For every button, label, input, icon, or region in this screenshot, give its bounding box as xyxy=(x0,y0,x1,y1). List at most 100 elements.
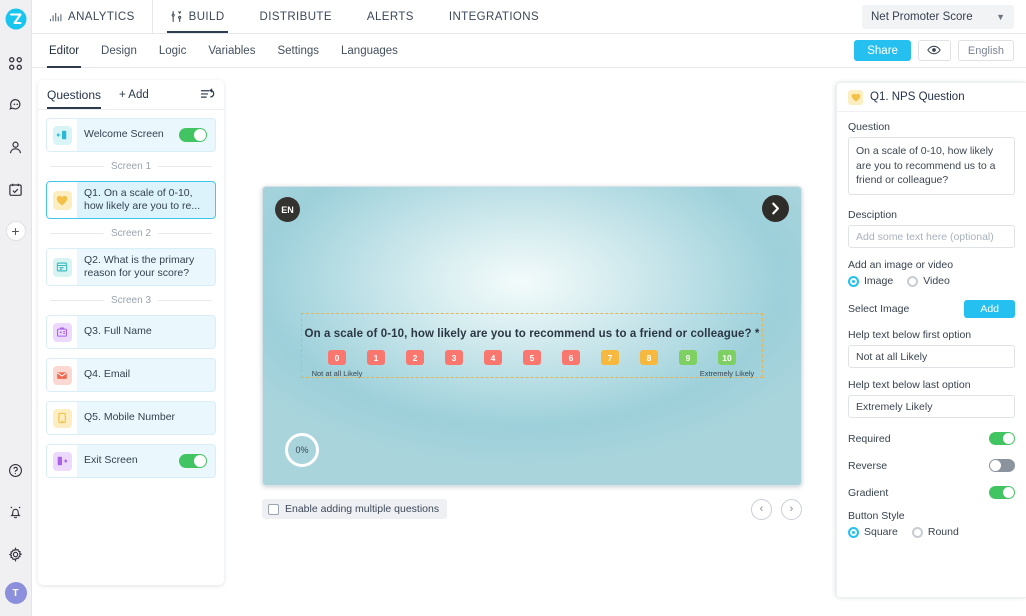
list-item-q4[interactable]: Q4. Email xyxy=(46,358,216,392)
tab-settings[interactable]: Settings xyxy=(266,34,330,68)
mobile-phone-icon xyxy=(52,408,72,428)
radio-video[interactable]: Video xyxy=(907,275,950,287)
nps-option-3[interactable]: 3 xyxy=(443,350,465,365)
preview-language-badge[interactable]: EN xyxy=(275,197,300,222)
calendar-check-icon[interactable] xyxy=(2,175,30,203)
next-question-button[interactable]: › xyxy=(781,498,802,520)
radio-square[interactable]: Square xyxy=(848,526,898,538)
screen-separator-2: Screen 2 xyxy=(48,228,214,239)
welcome-screen-toggle[interactable] xyxy=(179,128,207,142)
question-icon-cell xyxy=(47,359,77,391)
nps-option-6[interactable]: 6 xyxy=(560,350,582,365)
tab-logic[interactable]: Logic xyxy=(148,34,198,68)
add-button[interactable]: + xyxy=(5,221,26,241)
nps-option-8[interactable]: 8 xyxy=(638,350,660,365)
nps-option-value[interactable]: 4 xyxy=(484,350,502,365)
nps-option-value[interactable]: 0 xyxy=(328,350,346,365)
preview-question-block: On a scale of 0-10, how likely are you t… xyxy=(301,313,763,378)
nav-distribute[interactable]: DISTRIBUTE xyxy=(243,0,350,33)
nps-option-value[interactable]: 5 xyxy=(523,350,541,365)
button-style-radio-group: Square Round xyxy=(848,526,1015,538)
nps-option-value[interactable]: 3 xyxy=(445,350,463,365)
nps-option-value[interactable]: 9 xyxy=(679,350,697,365)
nav-build[interactable]: BUILD xyxy=(153,0,243,33)
person-icon[interactable] xyxy=(2,133,30,161)
gradient-toggle[interactable] xyxy=(989,486,1015,499)
last-help-input[interactable] xyxy=(848,395,1015,418)
list-item-q1[interactable]: Q1. On a scale of 0-10, how likely are y… xyxy=(46,181,216,219)
previous-question-button[interactable]: ‹ xyxy=(751,498,772,520)
checkbox-box[interactable] xyxy=(268,503,279,515)
apps-grid-icon[interactable] xyxy=(2,49,30,77)
nps-option-7[interactable]: 7 xyxy=(599,350,621,365)
nps-option-value[interactable]: 6 xyxy=(562,350,580,365)
add-question-button[interactable]: + Add xyxy=(119,89,149,101)
chat-bubble-icon[interactable] xyxy=(2,91,30,119)
list-item-exit-screen[interactable]: Exit Screen xyxy=(46,444,216,478)
nps-option-5[interactable]: 5 xyxy=(521,350,543,365)
radio-round-label: Round xyxy=(927,526,959,538)
radio-dot-square[interactable] xyxy=(848,526,859,538)
tab-editor[interactable]: Editor xyxy=(38,34,90,68)
nps-option-10[interactable]: 10 Extremely Likely xyxy=(700,350,754,378)
nps-option-value[interactable]: 10 xyxy=(718,350,736,365)
nps-option-value[interactable]: 1 xyxy=(367,350,385,365)
enable-multiple-questions-checkbox[interactable]: Enable adding multiple questions xyxy=(262,499,448,519)
questions-list: Welcome Screen Screen 1 Q1. On a scale o… xyxy=(38,110,224,585)
add-image-button[interactable]: Add xyxy=(964,300,1015,318)
nps-option-value[interactable]: 8 xyxy=(640,350,658,365)
nav-integrations[interactable]: INTEGRATIONS xyxy=(432,0,557,33)
nps-option-9[interactable]: 9 xyxy=(677,350,699,365)
survey-preview-canvas: EN On a scale of 0-10, how likely are yo… xyxy=(262,186,802,486)
list-item-q2[interactable]: Q2. What is the primary reason for your … xyxy=(46,248,216,286)
nps-option-4[interactable]: 4 xyxy=(482,350,504,365)
questions-panel-header: Questions + Add xyxy=(38,80,224,110)
wrench-tools-icon xyxy=(170,10,183,23)
reorder-undo-icon[interactable] xyxy=(200,88,215,101)
preview-button[interactable] xyxy=(917,40,951,61)
tab-design-label: Design xyxy=(101,44,137,57)
reverse-toggle[interactable] xyxy=(989,459,1015,472)
survey-selector[interactable]: Net Promoter Score ▼ xyxy=(862,4,1014,29)
radio-dot-image[interactable] xyxy=(848,275,859,287)
gear-icon[interactable] xyxy=(2,540,30,568)
help-circle-icon[interactable] xyxy=(2,456,30,484)
user-avatar[interactable]: T xyxy=(4,582,27,604)
list-item-q5[interactable]: Q5. Mobile Number xyxy=(46,401,216,435)
required-toggle[interactable] xyxy=(989,432,1015,445)
radio-image[interactable]: Image xyxy=(848,275,893,287)
nav-alerts[interactable]: ALERTS xyxy=(350,0,432,33)
question-settings-panel: Q1. NPS Question Question Desciption Add… xyxy=(836,82,1026,598)
first-help-input[interactable] xyxy=(848,345,1015,368)
tab-languages-label: Languages xyxy=(341,44,398,57)
radio-dot-round[interactable] xyxy=(911,526,923,538)
radio-dot-video[interactable] xyxy=(907,275,919,287)
nps-option-1[interactable]: 1 xyxy=(365,350,387,365)
radio-video-label: Video xyxy=(923,275,950,287)
list-item-q3[interactable]: Q3. Full Name xyxy=(46,315,216,349)
question-textarea[interactable] xyxy=(848,137,1015,195)
settings-panel-body: Question Desciption Add an image or vide… xyxy=(837,112,1026,547)
list-item-label: Q5. Mobile Number xyxy=(84,411,176,424)
share-button[interactable]: Share xyxy=(854,40,911,61)
chevron-right-circle-icon[interactable] xyxy=(762,195,789,222)
tab-variables[interactable]: Variables xyxy=(197,34,266,68)
nps-option-value[interactable]: 7 xyxy=(601,350,619,365)
exit-screen-toggle[interactable] xyxy=(179,454,207,468)
nps-option-0[interactable]: 0 Not at all Likely xyxy=(312,350,362,378)
nps-option-value[interactable]: 2 xyxy=(406,350,424,365)
settings-panel-title: Q1. NPS Question xyxy=(870,91,965,103)
tab-languages[interactable]: Languages xyxy=(330,34,409,68)
zonka-logo[interactable] xyxy=(0,3,32,35)
description-input[interactable] xyxy=(848,225,1015,248)
nav-analytics[interactable]: ANALYTICS xyxy=(32,0,153,33)
radio-round[interactable]: Round xyxy=(911,526,959,538)
tab-design[interactable]: Design xyxy=(90,34,148,68)
screen-separator-label: Screen 3 xyxy=(110,295,152,306)
preview-navigation-arrows: ‹ › xyxy=(751,498,802,520)
nps-option-2[interactable]: 2 xyxy=(404,350,426,365)
list-item-welcome-screen[interactable]: Welcome Screen xyxy=(46,118,216,152)
bell-icon[interactable] xyxy=(2,498,30,526)
language-button[interactable]: English xyxy=(957,40,1014,61)
nps-last-help-text: Extremely Likely xyxy=(699,369,755,378)
